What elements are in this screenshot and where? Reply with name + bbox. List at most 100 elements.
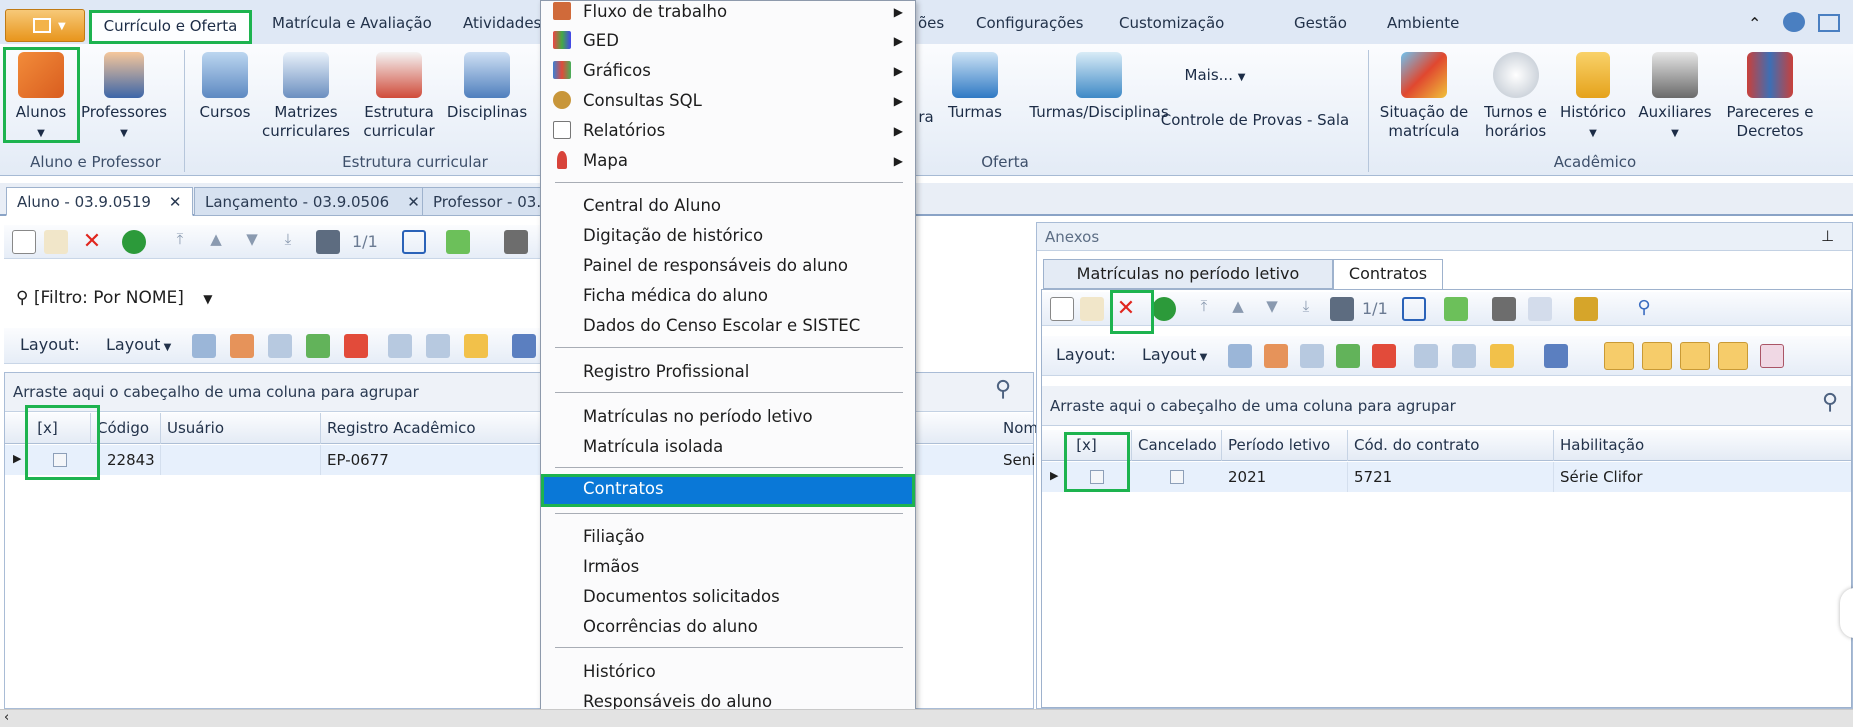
refresh-icon[interactable] xyxy=(122,230,146,254)
professores-button[interactable]: Professores ▼ xyxy=(78,52,170,143)
filter-dropdown[interactable]: ⚲ [Filtro: Por NOME] ▼ xyxy=(16,288,213,308)
menu-item-ocorrencias[interactable]: Ocorrências do aluno xyxy=(541,612,915,642)
layout-tool-icon[interactable] xyxy=(1300,344,1324,368)
layout-tool-icon[interactable] xyxy=(344,334,368,358)
menu-item-filiacao[interactable]: Filiação xyxy=(541,522,915,552)
column-header-habilitacao[interactable]: Habilitação xyxy=(1554,430,1851,461)
print-icon[interactable] xyxy=(504,230,528,254)
grid-view-icon[interactable] xyxy=(402,230,426,254)
tab-matricula-avaliacao[interactable]: Matrícula e Avaliação xyxy=(272,14,432,32)
layout-tool-icon[interactable] xyxy=(464,334,488,358)
previous-record-icon[interactable]: ▲ xyxy=(1226,297,1250,321)
first-record-icon[interactable]: ⤒ xyxy=(1192,297,1216,321)
edit-record-icon[interactable] xyxy=(1080,297,1104,321)
tab-atividades[interactable]: Atividades xyxy=(463,14,541,32)
turnos-horarios-button[interactable]: Turnos e horários xyxy=(1478,52,1553,141)
print-icon[interactable] xyxy=(1492,297,1516,321)
layout-tool-icon[interactable] xyxy=(1336,344,1360,368)
menu-item-censo-escolar[interactable]: Dados do Censo Escolar e SISTEC xyxy=(541,311,915,341)
next-record-icon[interactable]: ▼ xyxy=(240,230,264,254)
delete-icon[interactable]: ✕ xyxy=(80,230,104,254)
layout-tool-icon[interactable] xyxy=(426,334,450,358)
controle-provas-button[interactable]: Controle de Provas - Sala xyxy=(1160,111,1350,130)
doc-tab-aluno[interactable]: Aluno - 03.9.0519 ✕ xyxy=(6,187,193,216)
menu-item-fluxo-trabalho[interactable]: Fluxo de trabalho ▶ xyxy=(541,0,915,27)
close-icon[interactable]: ✕ xyxy=(407,193,420,211)
floating-widget[interactable] xyxy=(1840,588,1853,638)
pareceres-decretos-button[interactable]: Pareceres e Decretos xyxy=(1720,52,1820,141)
auxiliares-button[interactable]: Auxiliares ▼ xyxy=(1633,52,1717,143)
pin-icon[interactable]: ⊥ xyxy=(1821,227,1834,245)
binoculars-icon[interactable] xyxy=(1330,297,1354,321)
view-mode-icon[interactable] xyxy=(1680,342,1710,370)
document-icon[interactable] xyxy=(1528,297,1552,321)
layout-tool-icon[interactable] xyxy=(1264,344,1288,368)
layout-tool-icon[interactable] xyxy=(1228,344,1252,368)
layout-tool-icon[interactable] xyxy=(192,334,216,358)
menu-item-matricula-isolada[interactable]: Matrícula isolada xyxy=(541,432,915,462)
doc-tab-lancamento[interactable]: Lançamento - 03.9.0506 ✕ xyxy=(194,187,431,216)
tools-icon[interactable] xyxy=(1574,297,1598,321)
window-icon[interactable] xyxy=(1818,14,1840,32)
font-icon[interactable] xyxy=(1760,344,1784,368)
layout-tool-icon[interactable] xyxy=(1490,344,1514,368)
new-record-icon[interactable] xyxy=(12,230,36,254)
layout-tool-icon[interactable] xyxy=(388,334,412,358)
previous-record-icon[interactable]: ▲ xyxy=(204,230,228,254)
menu-item-documentos-solicitados[interactable]: Documentos solicitados xyxy=(541,582,915,612)
close-icon[interactable]: ✕ xyxy=(169,193,182,211)
edit-record-icon[interactable] xyxy=(44,230,68,254)
tab-ambiente[interactable]: Ambiente xyxy=(1387,14,1459,32)
menu-item-digitacao-historico[interactable]: Digitação de histórico xyxy=(541,221,915,251)
estrutura-button[interactable]: Estrutura curricular xyxy=(360,52,438,141)
partial-button-label[interactable]: ra xyxy=(916,108,936,127)
layout-dropdown[interactable]: Layout ▼ xyxy=(106,335,171,354)
last-record-icon[interactable]: ⤓ xyxy=(1294,297,1318,321)
column-header-contrato[interactable]: Cód. do contrato xyxy=(1348,430,1554,461)
cursos-button[interactable]: Cursos xyxy=(195,52,255,122)
tab-curriculo-oferta[interactable]: Currículo e Oferta xyxy=(89,10,252,44)
table-row[interactable]: ▶ 2021 5721 Série Clifor xyxy=(1042,462,1851,492)
matrizes-button[interactable]: Matrizes curriculares xyxy=(262,52,350,141)
filter-icon[interactable]: ⚲ xyxy=(1632,297,1656,321)
mais-button[interactable]: Mais... ▼ xyxy=(1160,66,1270,87)
anexos-tab-matriculas[interactable]: Matrículas no período letivo xyxy=(1043,259,1333,289)
menu-item-ficha-medica[interactable]: Ficha médica do aluno xyxy=(541,281,915,311)
menu-item-relatorios[interactable]: Relatórios ▶ xyxy=(541,116,915,146)
column-header-cancelado[interactable]: Cancelado xyxy=(1132,430,1222,461)
menu-item-ged[interactable]: GED ▶ xyxy=(541,26,915,56)
view-mode-icon[interactable] xyxy=(1604,342,1634,370)
menu-item-matriculas-periodo[interactable]: Matrículas no período letivo xyxy=(541,402,915,432)
alunos-button[interactable]: Alunos ▼ xyxy=(10,52,72,143)
tab-customizacao[interactable]: Customização xyxy=(1119,14,1224,32)
chart-icon[interactable] xyxy=(1544,344,1568,368)
layout-dropdown[interactable]: Layout ▼ xyxy=(1142,345,1207,364)
chart-icon[interactable] xyxy=(512,334,536,358)
menu-item-painel-responsaveis[interactable]: Painel de responsáveis do aluno xyxy=(541,251,915,281)
next-record-icon[interactable]: ▼ xyxy=(1260,297,1284,321)
column-header-registro[interactable]: Registro Acadêmico xyxy=(321,413,541,444)
menu-item-contratos[interactable]: Contratos xyxy=(541,474,915,507)
turmas-disciplinas-button[interactable]: Turmas/Disciplinas xyxy=(1016,52,1182,122)
first-record-icon[interactable]: ⤒ xyxy=(168,230,192,254)
layout-tool-icon[interactable] xyxy=(230,334,254,358)
new-record-icon[interactable] xyxy=(1050,297,1074,321)
menu-item-irmaos[interactable]: Irmãos xyxy=(541,552,915,582)
layout-tool-icon[interactable] xyxy=(1414,344,1438,368)
column-header-periodo[interactable]: Período letivo xyxy=(1222,430,1348,461)
view-mode-icon[interactable] xyxy=(1718,342,1748,370)
export-icon[interactable] xyxy=(446,230,470,254)
menu-item-historico[interactable]: Histórico xyxy=(541,657,915,687)
last-record-icon[interactable]: ⤓ xyxy=(276,230,300,254)
situacao-matricula-button[interactable]: Situação de matrícula xyxy=(1374,52,1474,141)
search-icon[interactable]: ⚲ xyxy=(1822,390,1838,415)
cancelado-checkbox[interactable] xyxy=(1170,470,1184,484)
menu-item-central-aluno[interactable]: Central do Aluno xyxy=(541,191,915,221)
anexos-tab-contratos[interactable]: Contratos xyxy=(1333,259,1443,290)
refresh-icon[interactable] xyxy=(1152,297,1176,321)
turmas-button[interactable]: Turmas xyxy=(944,52,1006,122)
export-icon[interactable] xyxy=(1444,297,1468,321)
menu-item-consultas-sql[interactable]: Consultas SQL ▶ xyxy=(541,86,915,116)
search-icon[interactable]: ⚲ xyxy=(995,377,1011,402)
disciplinas-button[interactable]: Disciplinas xyxy=(446,52,528,122)
